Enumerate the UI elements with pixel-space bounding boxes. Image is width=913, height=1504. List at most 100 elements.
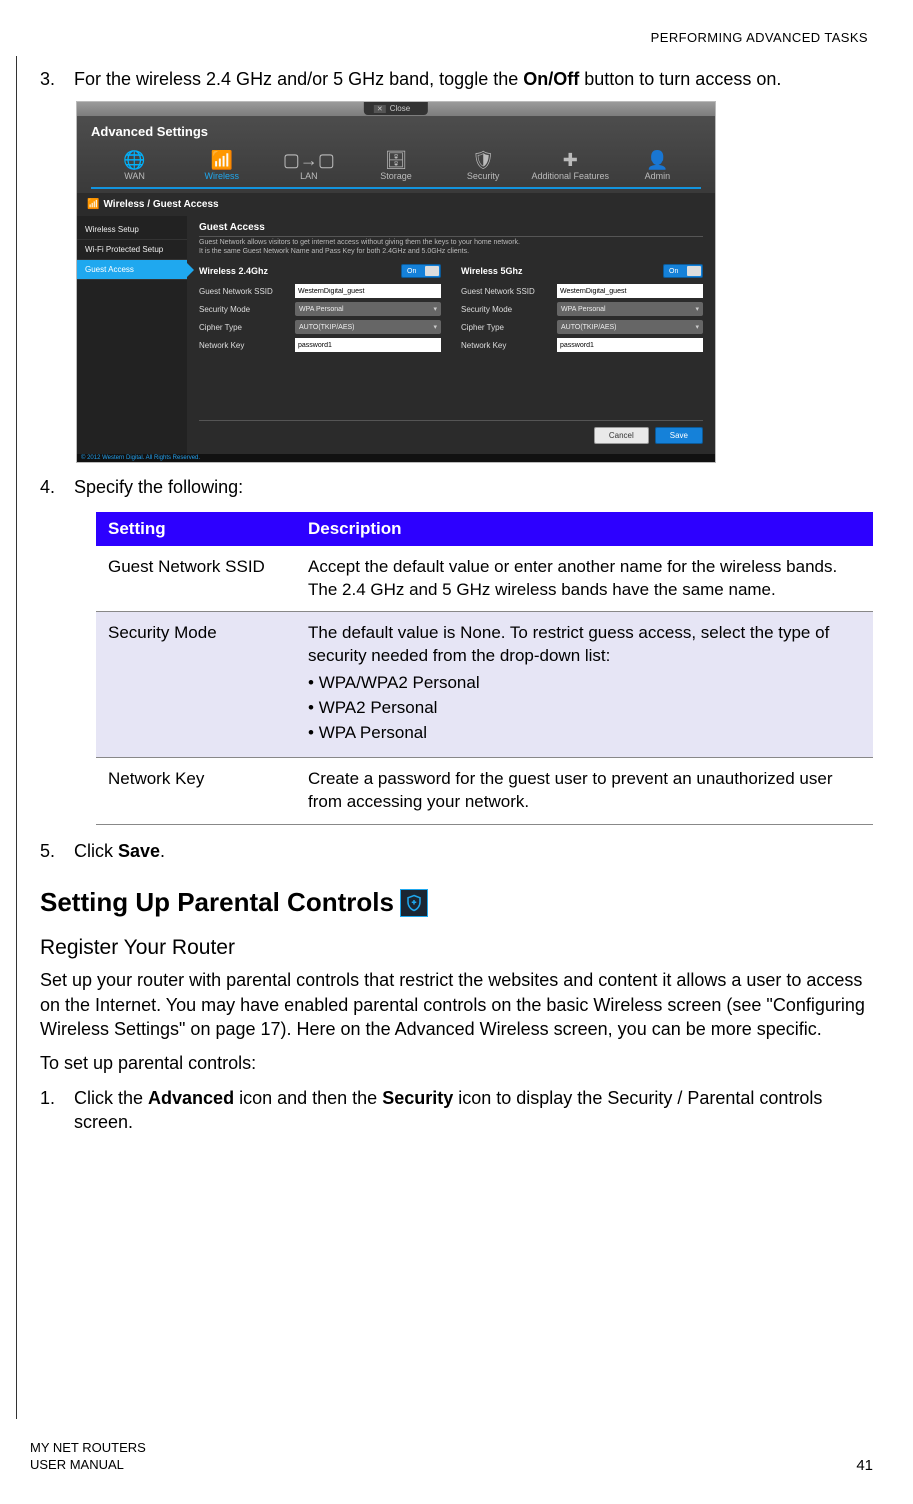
save-button[interactable]: Save [655,427,703,444]
tab-label: Security [467,171,500,181]
dropdown-cipher-24[interactable]: AUTO(TKIP/AES)▾ [295,320,441,334]
section-heading-text: Setting Up Parental Controls [40,887,394,918]
cell-setting: Network Key [96,758,296,825]
sub-heading: Register Your Router [40,936,873,960]
col-title: Wireless 2.4Ghz [199,266,393,276]
step-3: 3. For the wireless 2.4 GHz and/or 5 GHz… [40,67,873,91]
row-cipher: Cipher Type AUTO(TKIP/AES)▾ [461,320,703,334]
input-ssid-5[interactable] [557,284,703,298]
dropdown-security-24[interactable]: WPA Personal▾ [295,302,441,316]
close-icon[interactable]: ✕ [374,105,386,113]
input-ssid-24[interactable] [295,284,441,298]
page-number: 41 [856,1457,873,1474]
main-panel: Guest Access Guest Network allows visito… [187,216,715,454]
footer-line2: USER MANUAL [30,1457,124,1472]
tab-label: LAN [300,171,318,181]
bullet: WPA2 Personal [308,697,861,720]
input-key-24[interactable] [295,338,441,352]
label-security: Security Mode [199,305,289,314]
col-24ghz: Wireless 2.4Ghz On Guest Network SSID Se… [199,264,441,356]
tab-security[interactable]: 🛡Security [440,145,527,187]
tab-wireless[interactable]: 📶Wireless [178,145,265,187]
row-cipher: Cipher Type AUTO(TKIP/AES)▾ [199,320,441,334]
settings-table: Setting Description Guest Network SSID A… [96,512,873,825]
plus-gear-icon: ✚ [529,151,612,169]
dropdown-value: WPA Personal [561,306,606,313]
sidebar-item-wps[interactable]: Wi-Fi Protected Setup [77,240,187,260]
tab-wan[interactable]: 🌐 WAN [91,145,178,187]
lan-icon: ▢→▢ [267,151,350,169]
close-label: Close [390,104,410,113]
dropdown-security-5[interactable]: WPA Personal ▾ [557,302,703,316]
ui-body: Wireless Setup Wi-Fi Protected Setup Gue… [77,216,715,454]
tab-storage[interactable]: 🗄Storage [352,145,439,187]
chevron-down-icon: ▾ [433,323,437,331]
th-description: Description [296,512,873,546]
side-nav: Wireless Setup Wi-Fi Protected Setup Gue… [77,216,187,454]
section-title: Guest Access [199,222,703,237]
cancel-button[interactable]: Cancel [594,427,649,444]
person-icon: 👤 [616,151,699,169]
tab-lan[interactable]: ▢→▢ LAN [265,145,352,187]
step-list: 3. For the wireless 2.4 GHz and/or 5 GHz… [40,67,873,91]
input-key-5[interactable] [557,338,703,352]
step-text-post: button to turn access on. [579,69,781,89]
sidebar-item-guest-access[interactable]: Guest Access [77,260,187,280]
wireless-columns: Wireless 2.4Ghz On Guest Network SSID Se… [199,264,703,356]
tab-label: WAN [124,171,145,181]
step-4: 4. Specify the following: [40,475,873,499]
parental-controls-icon [400,889,428,917]
row-security: Security Mode WPA Personal▾ [199,302,441,316]
step-number: 1. [40,1086,55,1110]
dropdown-cipher-5[interactable]: AUTO(TKIP/AES)▾ [557,320,703,334]
cell-desc: Create a password for the guest user to … [296,758,873,825]
toggle-5ghz[interactable]: On [663,264,703,278]
col-head: Wireless 2.4Ghz On [199,264,441,278]
breadcrumb-text: Wireless / Guest Access [103,199,218,210]
cell-setting: Security Mode [96,612,296,758]
table-row: Network Key Create a password for the gu… [96,758,873,825]
section-desc-line2: It is the same Guest Network Name and Pa… [199,248,469,255]
toggle-24ghz[interactable]: On [401,264,441,278]
ui-header: Advanced Settings 🌐 WAN 📶Wireless ▢→▢ LAN … [77,116,715,193]
body-paragraph-1: Set up your router with parental control… [40,968,873,1041]
cell-desc: The default value is None. To restrict g… [296,612,873,758]
tab-admin[interactable]: 👤 Admin [614,145,701,187]
chevron-down-icon: ▾ [695,305,699,313]
b: Advanced [148,1088,234,1108]
label-cipher: Cipher Type [199,323,289,332]
ui-header-title: Advanced Settings [91,124,701,139]
step-number: 5. [40,839,55,863]
section-desc-line1: Guest Network allows visitors to get int… [199,239,520,246]
dropdown-value: AUTO(TKIP/AES) [561,324,617,331]
globe-icon: 🌐 [93,151,176,169]
label-security: Security Mode [461,305,551,314]
sidebar-item-wireless-setup[interactable]: Wireless Setup [77,220,187,240]
footer-left: MY NET ROUTERS USER MANUAL [30,1440,146,1474]
pc-step-1: 1. Click the Advanced icon and then the … [40,1086,873,1135]
section-heading: Setting Up Parental Controls [40,887,873,918]
close-strip[interactable]: ✕ Close [364,102,428,115]
cell-setting: Guest Network SSID [96,546,296,612]
col-title: Wireless 5Ghz [461,266,655,276]
body-paragraph-2: To set up parental controls: [40,1051,873,1075]
window-titlebar: ✕ Close [77,102,715,116]
t: icon and then the [234,1088,382,1108]
t: Click the [74,1088,148,1108]
label-key: Network Key [199,341,289,350]
step-text: Specify the following: [74,477,243,497]
col-5ghz: Wireless 5Ghz On Guest Network SSID Secu… [461,264,703,356]
row-ssid: Guest Network SSID [461,284,703,298]
page-content: 3. For the wireless 2.4 GHz and/or 5 GHz… [40,67,873,1134]
row-ssid: Guest Network SSID [199,284,441,298]
action-buttons: Cancel Save [199,420,703,444]
left-rule [16,56,17,1419]
section-desc: Guest Network allows visitors to get int… [199,239,703,256]
tab-additional[interactable]: ✚ Additional Features [527,145,614,187]
row-key: Network Key [199,338,441,352]
router-settings-screenshot: ✕ Close Advanced Settings 🌐 WAN 📶Wireless … [76,101,716,463]
tab-label: Additional Features [532,171,610,181]
tab-label: Admin [645,171,671,181]
cell-desc: Accept the default value or enter anothe… [296,546,873,612]
main-tabs: 🌐 WAN 📶Wireless ▢→▢ LAN 🗄Storage 🛡Security… [91,145,701,189]
